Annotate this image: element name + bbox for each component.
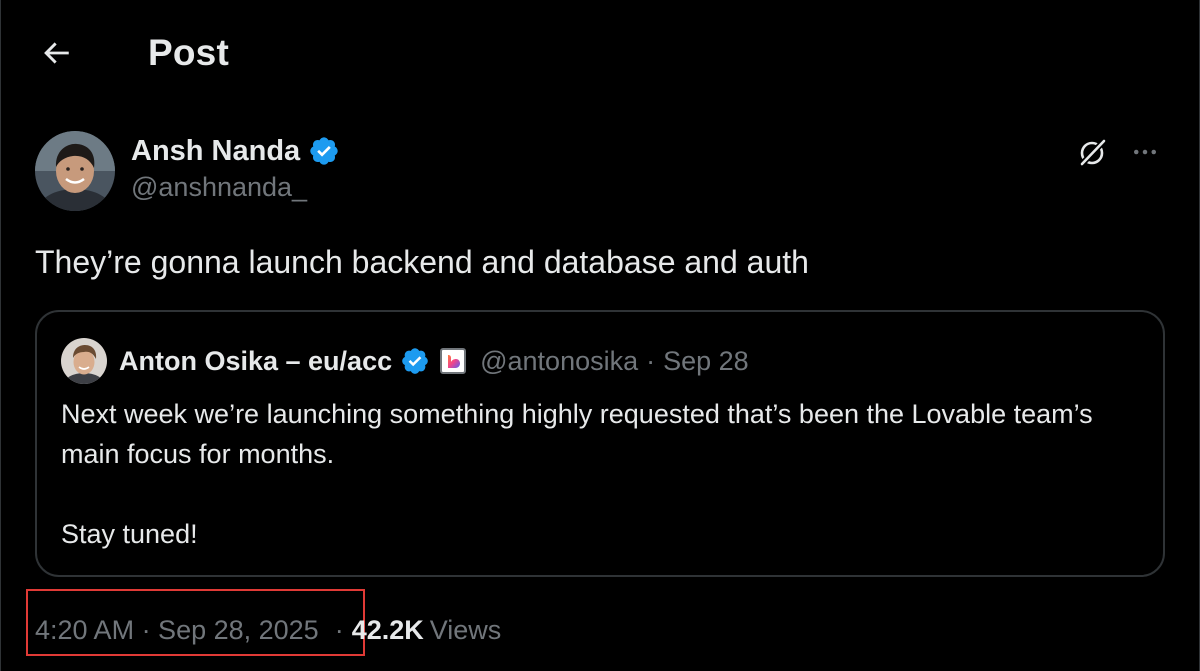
separator-dot: · — [334, 614, 344, 645]
verified-badge-icon[interactable] — [308, 135, 340, 167]
quoted-author-name[interactable]: Anton Osika – eu/acc — [119, 346, 392, 377]
views-label[interactable]: Views — [430, 615, 502, 646]
views-count[interactable]: 42.2K — [352, 615, 424, 646]
verified-badge-icon-wrap — [400, 346, 430, 376]
quoted-post-header: Anton Osika – eu/acc @antonosika · Sep 2… — [119, 340, 749, 382]
verified-badge-icon[interactable] — [400, 346, 430, 376]
page-title: Post — [148, 32, 229, 73]
post-timestamp[interactable]: 4:20 AM · Sep 28, 2025 — [35, 615, 319, 646]
quoted-author-handle[interactable]: @antonosika — [480, 346, 638, 377]
lovable-logo-icon[interactable] — [440, 348, 467, 374]
quoted-paragraph: Next week we’re launching something high… — [61, 399, 1093, 469]
author-handle[interactable]: @anshnanda_ — [131, 172, 307, 203]
post-text: They’re gonna launch backend and databas… — [35, 244, 809, 280]
more-button[interactable] — [1125, 132, 1165, 172]
post-page: Post Ansh Nanda @anshnanda_ They’re gonn… — [0, 0, 1200, 671]
back-button[interactable] — [31, 28, 81, 78]
more-icon — [1134, 149, 1156, 155]
author-name-row[interactable]: Ansh Nanda — [131, 132, 340, 170]
author-name[interactable]: Ansh Nanda — [131, 135, 300, 168]
author-avatar[interactable] — [35, 131, 115, 211]
grok-button[interactable] — [1073, 132, 1113, 172]
quoted-post[interactable]: Anton Osika – eu/acc @antonosika · Sep 2… — [35, 310, 1165, 577]
quoted-paragraph: Stay tuned! — [61, 519, 198, 549]
post-meta: 4:20 AM · Sep 28, 2025 · 42.2K Views — [35, 608, 501, 652]
quoted-author-avatar[interactable] — [61, 338, 107, 384]
separator-dot: · — [646, 345, 656, 376]
grok-icon — [1078, 138, 1107, 168]
arrow-left-icon — [44, 42, 69, 64]
quoted-post-text: Next week we’re launching something high… — [61, 394, 1121, 554]
quoted-post-date[interactable]: Sep 28 — [663, 346, 749, 377]
